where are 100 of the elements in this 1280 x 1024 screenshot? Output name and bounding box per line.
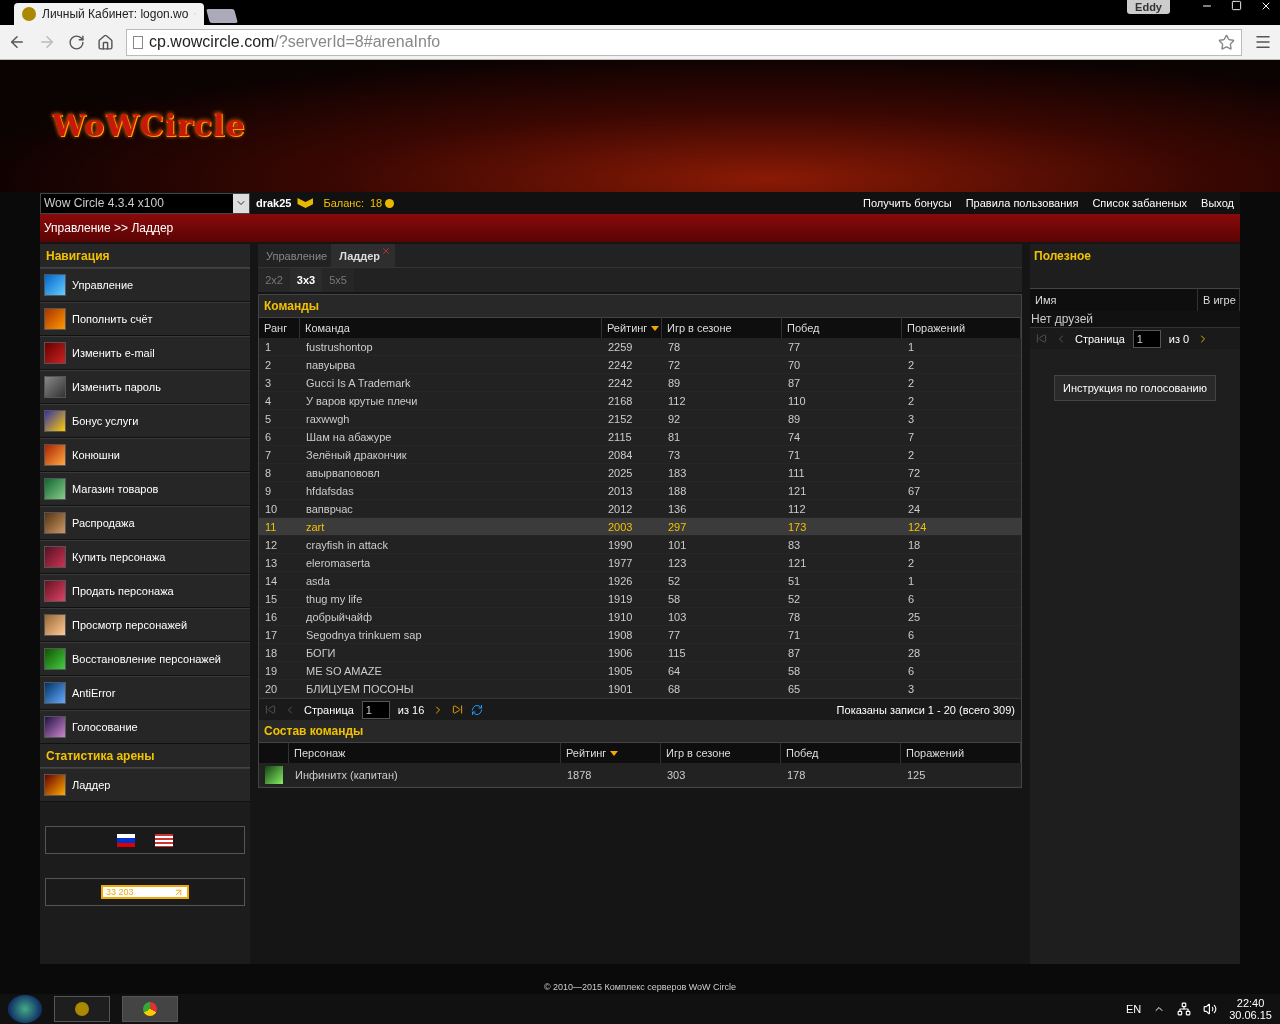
us-flag-icon[interactable] <box>155 833 173 847</box>
top-link[interactable]: Получить бонусы <box>862 197 952 209</box>
column-header[interactable]: Побед <box>781 742 901 763</box>
table-cell-text: 3 <box>907 412 916 425</box>
back-icon[interactable] <box>8 33 26 51</box>
home-icon[interactable] <box>97 33 114 51</box>
coin-icon <box>385 198 395 208</box>
table-cell-text: raxwwgh <box>305 412 351 425</box>
column-header[interactable]: Игр в сезоне <box>661 742 781 763</box>
page-tab[interactable]: Ладдер <box>331 244 396 267</box>
records-summary: Показаны записи 1 - 20 (всего 309) <box>836 703 1015 716</box>
reload-icon[interactable] <box>68 33 85 51</box>
last-page-icon[interactable] <box>452 704 464 715</box>
table-row[interactable]: 13 eleromaserta 1977 123 121 2 <box>259 554 1021 572</box>
table-row[interactable]: 10 вапврчас 2012 136 112 24 <box>259 500 1021 518</box>
page-input[interactable]: 1 <box>1132 329 1161 348</box>
table-row[interactable]: 15 thug my life 1919 58 52 6 <box>259 590 1021 608</box>
table-cell-text: 20 <box>264 682 279 695</box>
table-row[interactable]: 18 БОГИ 1906 115 87 28 <box>259 644 1021 662</box>
table-row[interactable]: 6 Шам на абажуре 2115 81 74 7 <box>259 428 1021 446</box>
table-row[interactable]: 11 zart 2003 297 173 124 <box>259 518 1021 536</box>
table-cell-text: 7 <box>907 430 916 443</box>
game-taskbar-button[interactable] <box>54 996 110 1022</box>
table-row[interactable]: 3 Gucci Is A Trademark 2242 89 87 2 <box>259 374 1021 392</box>
nav-item[interactable]: Конюшни <box>40 438 250 472</box>
nav-item[interactable]: Управление <box>40 268 250 302</box>
profile-name[interactable]: Eddy <box>1127 0 1170 14</box>
table-cell-text: Gucci Is A Trademark <box>305 376 412 389</box>
nav-item[interactable]: Изменить пароль <box>40 370 250 404</box>
nav-item[interactable]: Бонус услуги <box>40 404 250 438</box>
table-cell-text: 58 <box>787 664 802 677</box>
table-row[interactable]: Инфинитх (капитан) 1878 303 178 125 <box>259 763 1021 787</box>
maximize-icon[interactable] <box>1231 0 1242 11</box>
network-icon[interactable] <box>1177 1002 1192 1016</box>
table-row[interactable]: 1 fustrushontop 2259 78 77 1 <box>259 338 1021 356</box>
top-link[interactable]: Список забаненых <box>1092 197 1188 209</box>
table-cell-text: crayfish in attack <box>305 538 389 551</box>
table-row[interactable]: 20 БЛИЦУЕМ ПОСОНЫ 1901 68 65 3 <box>259 680 1021 698</box>
column-header[interactable]: Команда <box>300 317 602 338</box>
nav-item[interactable]: Купить персонажа <box>40 540 250 574</box>
star-icon[interactable] <box>1218 33 1235 51</box>
language-indicator[interactable]: EN <box>1125 1003 1142 1015</box>
voting-instructions-button[interactable]: Инструкция по голосованию <box>1054 375 1216 401</box>
table-row[interactable]: 4 У варов крутые плечи 2168 112 110 2 <box>259 392 1021 410</box>
table-cell-text: 173 <box>787 520 808 533</box>
browser-tab[interactable]: Личный Кабинет: logon.wo <box>14 3 204 25</box>
top-link[interactable]: Правила пользования <box>965 197 1079 209</box>
table-cell-text: 1905 <box>607 664 634 677</box>
nav-item[interactable]: Ладдер <box>40 768 250 802</box>
table-row[interactable]: 12 crayfish in attack 1990 101 83 18 <box>259 536 1021 554</box>
new-tab-button[interactable] <box>206 9 238 23</box>
table-row[interactable]: 7 Зелёный дракончик 2084 73 71 2 <box>259 446 1021 464</box>
table-row[interactable]: 2 павуырва 2242 72 70 2 <box>259 356 1021 374</box>
server-select[interactable]: Wow Circle 4.3.4 x100 <box>40 192 250 214</box>
column-header[interactable]: Рейтинг <box>602 317 662 338</box>
table-row[interactable]: 16 добрыйчайф 1910 103 78 25 <box>259 608 1021 626</box>
column-header[interactable]: Ранг <box>259 317 300 338</box>
table-cell-text: 78 <box>787 610 802 623</box>
nav-item[interactable]: Просмотр персонажей <box>40 608 250 642</box>
page-input[interactable]: 1 <box>361 700 390 719</box>
table-row[interactable]: 19 ME SO AMAZE 1905 64 58 6 <box>259 662 1021 680</box>
table-cell-text: 2084 <box>607 448 634 461</box>
column-header[interactable]: Имя <box>1030 288 1198 311</box>
nav-item[interactable]: Магазин товаров <box>40 472 250 506</box>
top-link[interactable]: Выход <box>1201 197 1234 209</box>
nav-item[interactable]: Голосование <box>40 710 250 744</box>
menu-icon[interactable] <box>1254 33 1272 51</box>
column-header[interactable]: В игре <box>1198 288 1240 311</box>
nav-item[interactable]: Пополнить счёт <box>40 302 250 336</box>
table-cell-text: 2259 <box>607 340 634 353</box>
table-cell-text: 111 <box>787 466 806 479</box>
column-header[interactable]: Поражений <box>902 317 1021 338</box>
address-bar[interactable]: cp.wowcircle.com/?serverId=8#arenaInfo <box>126 28 1242 56</box>
nav-item[interactable]: AntiError <box>40 676 250 710</box>
russian-flag-icon[interactable] <box>117 833 135 847</box>
nav-item[interactable]: Изменить e-mail <box>40 336 250 370</box>
volume-icon[interactable] <box>1203 1002 1218 1016</box>
table-row[interactable]: 5 raxwwgh 2152 92 89 3 <box>259 410 1021 428</box>
refresh-icon[interactable] <box>471 703 484 716</box>
table-row[interactable]: 8 авырвапововл 2025 183 111 72 <box>259 464 1021 482</box>
table-cell-text: 72 <box>907 466 922 479</box>
table-row[interactable]: 14 asda 1926 52 51 1 <box>259 572 1021 590</box>
table-cell-text: asda <box>305 574 331 587</box>
bracket-tab[interactable]: 3x3 <box>290 268 322 292</box>
column-header[interactable]: Побед <box>782 317 902 338</box>
column-header[interactable]: Игр в сезоне <box>662 317 782 338</box>
column-header[interactable]: Рейтинг <box>561 742 661 763</box>
start-button[interactable] <box>8 995 42 1023</box>
column-header[interactable]: Поражений <box>901 742 1021 763</box>
nav-item[interactable]: Восстановление персонажей <box>40 642 250 676</box>
table-cell-text: 1926 <box>607 574 634 587</box>
table-row[interactable]: 9 hfdafsdas 2013 188 121 67 <box>259 482 1021 500</box>
table-cell-text: 52 <box>787 592 802 605</box>
bracket-tab[interactable]: 5x5 <box>322 268 354 292</box>
clock[interactable]: 22:40 30.06.15 <box>1229 997 1272 1021</box>
table-row[interactable]: 17 Segodnya trinkuem sap 1908 77 71 6 <box>259 626 1021 644</box>
browser-taskbar-button[interactable] <box>122 996 178 1022</box>
nav-item[interactable]: Продать персонажа <box>40 574 250 608</box>
column-header[interactable]: Персонаж <box>289 742 561 763</box>
nav-item[interactable]: Распродажа <box>40 506 250 540</box>
